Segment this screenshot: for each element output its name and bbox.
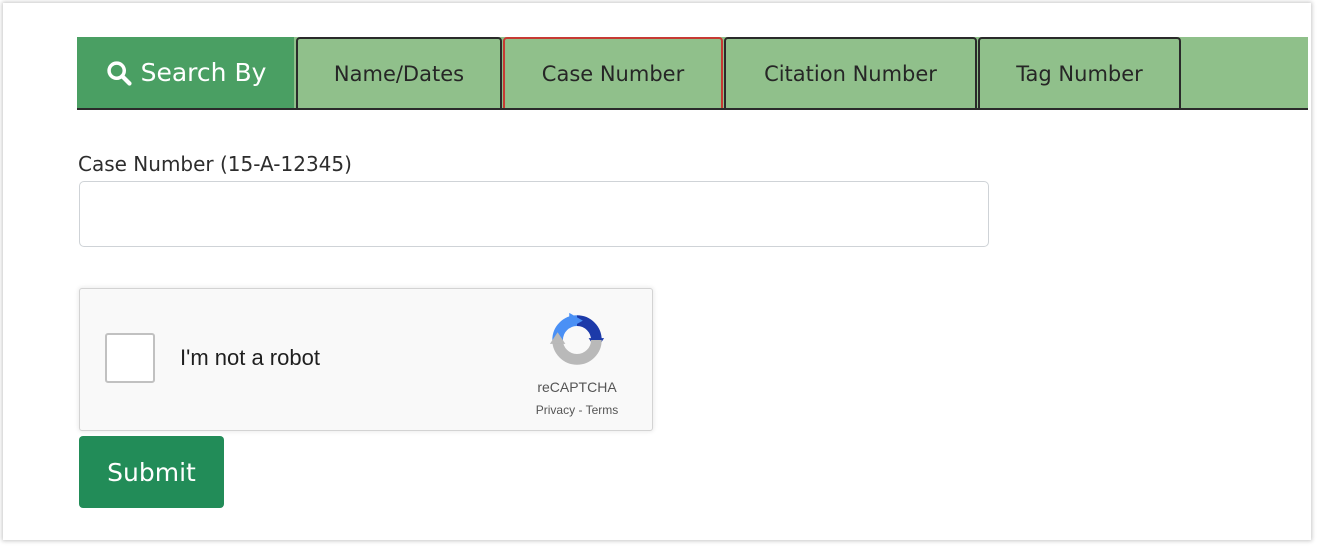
tab-name-dates[interactable]: Name/Dates — [296, 37, 502, 108]
search-icon — [106, 60, 132, 86]
search-by-header: Search By — [77, 37, 294, 108]
recaptcha-logo-icon — [549, 312, 605, 365]
recaptcha-brand: reCAPTCHA — [537, 379, 617, 395]
search-tab-bar: Search By Name/Dates Case Number Citatio… — [77, 37, 1308, 110]
tab-tag-number[interactable]: Tag Number — [978, 37, 1181, 108]
tab-label: Case Number — [541, 61, 685, 86]
recaptcha-widget: I'm not a robot reCAPTCHA Privacy - Term… — [79, 288, 653, 431]
submit-button[interactable]: Submit — [79, 436, 224, 508]
tab-label: Citation Number — [764, 61, 937, 86]
recaptcha-checkbox[interactable] — [105, 333, 155, 383]
search-by-label: Search By — [140, 58, 267, 87]
recaptcha-privacy-link[interactable]: Privacy — [536, 403, 575, 417]
case-number-input[interactable] — [79, 181, 989, 247]
tab-label: Name/Dates — [333, 61, 465, 86]
tab-label: Tag Number — [1016, 61, 1143, 86]
recaptcha-checkbox-label: I'm not a robot — [180, 345, 320, 370]
tab-case-number[interactable]: Case Number — [503, 37, 723, 108]
case-number-label: Case Number (15-A-12345) — [78, 152, 352, 176]
tab-citation-number[interactable]: Citation Number — [724, 37, 977, 108]
recaptcha-links: Privacy - Terms — [500, 403, 654, 417]
recaptcha-terms-link[interactable]: Terms — [586, 403, 619, 417]
recaptcha-link-separator: - — [575, 403, 586, 417]
